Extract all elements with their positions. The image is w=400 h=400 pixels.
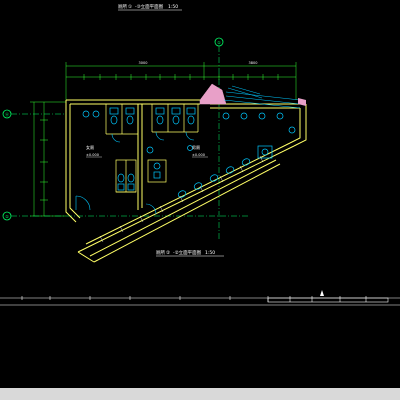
axis-left-lower-label: ① [5, 214, 9, 219]
wall-left-inner [69, 104, 81, 219]
basin-icon [241, 158, 251, 166]
dimension-top [65, 62, 297, 100]
toilet-icon [155, 107, 165, 125]
axis-top: ① [214, 37, 224, 240]
status-bar [0, 388, 400, 400]
bottom-title-prefix: 厕所 [156, 249, 165, 256]
sink-icon [92, 110, 100, 118]
stalls-top [105, 104, 199, 135]
toilet-icon [153, 162, 161, 179]
top-title-name: -③立面平面图 [135, 3, 164, 10]
toilet-icon [109, 107, 119, 125]
top-title-prefix: 厕所 [118, 3, 127, 10]
fixtures-sinks [82, 110, 296, 159]
hatched-pier [298, 98, 306, 106]
dim-top-right-total: 3800 [249, 61, 258, 65]
toilet-icon [117, 173, 125, 191]
title-block-cells [267, 297, 389, 303]
north-marker-icon [320, 290, 324, 296]
wall-left [65, 100, 77, 223]
hatched-column [199, 83, 227, 105]
top-title-scale: 1:50 [168, 4, 178, 10]
bottom-title-scale: 1:50 [205, 250, 215, 256]
dim-ticks [65, 62, 297, 100]
floor-plan-svg: 厕所 ① -③立面平面图 1:50 ① 3000 3800 Ⓐ ① 女厕 ±0.… [0, 3, 400, 306]
toilet-icon [171, 107, 181, 125]
dim-top-left-total: 3000 [139, 61, 148, 65]
top-title-code: ① [128, 4, 132, 10]
room-label-right: 男厕 [192, 144, 200, 150]
door-swing-icon [111, 133, 121, 143]
top-title: 厕所 ① -③立面平面图 1:50 [118, 3, 182, 11]
mop-sink-drain-icon [261, 148, 269, 156]
bottom-title-name: -②立面平面图 [173, 249, 202, 256]
urinal-icon [240, 112, 248, 120]
sink-icon [82, 110, 90, 118]
sink-icon [146, 146, 154, 154]
walls [65, 99, 307, 263]
title-block [0, 296, 400, 306]
toilet-icon [186, 107, 196, 125]
axis-left-upper-label: Ⓐ [5, 111, 9, 117]
basin-icon [225, 166, 235, 174]
dimension-left [30, 101, 66, 217]
bottom-title-code: ② [166, 250, 170, 256]
urinal-icon [222, 112, 230, 120]
toilet-icon [125, 107, 135, 125]
door-swing-icon [145, 203, 157, 215]
basin-icon [209, 174, 219, 182]
toilet-icon [127, 173, 135, 191]
urinal-icon [288, 126, 296, 134]
canopy-lines [223, 85, 301, 109]
urinal-icon [258, 112, 266, 120]
urinal-icon [276, 112, 284, 120]
bottom-title: 厕所 ② -②立面平面图 1:50 [156, 249, 224, 257]
room-label-left: 女厕 [86, 144, 94, 150]
axis-left-upper: Ⓐ [2, 109, 66, 119]
cad-drawing-canvas[interactable]: 厕所 ① -③立面平面图 1:50 ① 3000 3800 Ⓐ ① 女厕 ±0.… [0, 0, 400, 388]
wall-right-inner [289, 108, 301, 144]
door-swing-icon [185, 131, 195, 141]
door-swing-icon [155, 131, 165, 141]
wall-ramp-end [77, 251, 95, 263]
wall-diagonal-ramp-1 [89, 159, 277, 257]
basin-icon [177, 190, 187, 198]
wall-diagonal-outer [77, 145, 295, 253]
level-label-right: ±0.000 [192, 153, 205, 157]
wall-diagonal-ramp-2 [93, 163, 281, 263]
level-label-left: ±0.000 [86, 153, 99, 157]
axis-top-label: ① [217, 40, 221, 45]
door-swing-icon [75, 195, 91, 211]
